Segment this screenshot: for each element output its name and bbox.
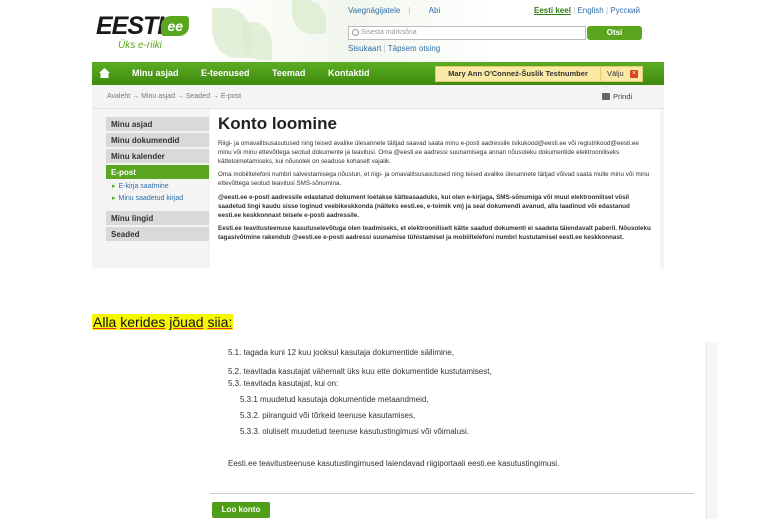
sidebar-item-my-documents[interactable]: Minu dokumendid xyxy=(106,133,209,147)
portal-screenshot: EESTI ee Üks e-riiki Vaegnägijatele | Abi … xyxy=(92,0,664,268)
print-button[interactable]: Prindi xyxy=(602,92,632,101)
home-icon[interactable] xyxy=(98,67,111,79)
search-input[interactable]: Sisesta märksõna xyxy=(348,26,586,40)
logout-button[interactable]: Välju × xyxy=(600,66,643,82)
sidebar-subitem-send-email[interactable]: ▸ E-kirja saatmine xyxy=(106,181,209,193)
sidebar-item-email[interactable]: E-post xyxy=(106,165,209,179)
site-header: EESTI ee Üks e-riiki Vaegnägijatele | Abi … xyxy=(92,0,664,62)
divider xyxy=(210,493,694,494)
main-nav: Minu asjad E-teenused Teemad Kontaktid M… xyxy=(92,62,664,85)
terms-screenshot: 5.1. tagada kuni 12 kuu jooksul kasutaja… xyxy=(210,342,720,519)
lang-english[interactable]: English xyxy=(577,6,603,15)
printer-icon xyxy=(602,93,610,100)
nav-eservices[interactable]: E-teenused xyxy=(201,68,250,78)
page: EESTI ee Üks e-riiki Vaegnägijatele | Abi … xyxy=(0,0,768,519)
terms-footer: Eesti.ee teavitusteenuse kasutustingimus… xyxy=(228,459,560,468)
terms-item: 5.3.2. piiranguid või tõrkeid teenuse ka… xyxy=(240,411,416,420)
lang-russian[interactable]: Русский xyxy=(610,6,640,15)
main-content: Konto loomine Riigi- ja omavalitsusasutu… xyxy=(210,109,660,268)
breadcrumb-bar: Avaleht → Minu asjad → Seaded → E-post P… xyxy=(92,85,664,109)
sidebar-item-settings[interactable]: Seaded xyxy=(106,227,209,241)
site-logo[interactable]: EESTI ee Üks e-riiki xyxy=(96,12,190,51)
nav-contacts[interactable]: Kontaktid xyxy=(328,68,370,78)
nav-my-things[interactable]: Minu asjad xyxy=(132,68,179,78)
sidebar-item-my-calendar[interactable]: Minu kalender xyxy=(106,149,209,163)
scroll-caption: Alla kerides jõuad siia: xyxy=(92,314,234,330)
link-sitemap[interactable]: Sisukaart xyxy=(348,44,381,53)
lang-estonian[interactable]: Eesti keel xyxy=(534,6,571,15)
logo-text: EESTI xyxy=(96,12,164,40)
link-advanced-search[interactable]: Täpsem otsing xyxy=(388,44,440,53)
terms-item: 5.2. teavitada kasutajat vähemalt üks ku… xyxy=(228,367,492,376)
paragraph-delivery: @eesti.ee e-posti aadressile edastatud d… xyxy=(218,193,630,219)
page-title: Konto loomine xyxy=(218,114,337,133)
scrollbar-track[interactable] xyxy=(706,342,718,519)
leaf-decoration xyxy=(292,0,326,34)
terms-item: 5.3.3. oluliselt muudetud teenuse kasutu… xyxy=(240,427,470,436)
sidebar-item-my-things[interactable]: Minu asjad xyxy=(106,117,209,131)
accessibility-links: Vaegnägijatele | Abi xyxy=(348,6,441,15)
paragraph-notification: Eesti.ee teavitusteenuse kasutuselevõtug… xyxy=(218,225,651,242)
logo-subtitle: Üks e-riiki xyxy=(118,40,162,51)
link-help[interactable]: Abi xyxy=(429,6,441,15)
nav-topics[interactable]: Teemad xyxy=(272,68,305,78)
sidebar-subitem-sent-mail[interactable]: ▸ Minu saadetud kirjad xyxy=(106,193,209,205)
breadcrumb[interactable]: Avaleht → Minu asjad → Seaded → E-post xyxy=(107,93,241,100)
terms-item: 5.1. tagada kuni 12 kuu jooksul kasutaja… xyxy=(228,348,454,357)
user-name-badge: Mary Ann O'Conneź-Šuslik Testnumber xyxy=(435,66,601,82)
terms-item: 5.3. teavitada kasutajat, kui on: xyxy=(228,379,339,388)
language-switcher: Eesti keel | English | Русский xyxy=(534,6,640,15)
link-visually-impaired[interactable]: Vaegnägijatele xyxy=(348,6,400,15)
terms-item: 5.3.1 muudetud kasutaja dokumentide meta… xyxy=(240,395,429,404)
logo-badge: ee xyxy=(161,16,190,36)
search-sublinks: Sisukaart | Täpsem otsing xyxy=(348,44,441,53)
create-account-button[interactable]: Loo konto xyxy=(212,502,270,518)
search-icon xyxy=(352,29,359,36)
sidebar: Minu asjad Minu dokumendid Minu kalender… xyxy=(106,117,209,243)
paragraph-sms: Oma mobiiltelefoni numbri salvestamisega… xyxy=(218,171,650,188)
close-icon: × xyxy=(630,70,638,78)
search-button[interactable]: Otsi xyxy=(587,26,642,40)
paragraph-intro: Riigi- ja omavalitsusasutused ning teise… xyxy=(218,140,639,165)
sidebar-item-my-links[interactable]: Minu lingid xyxy=(106,211,209,225)
